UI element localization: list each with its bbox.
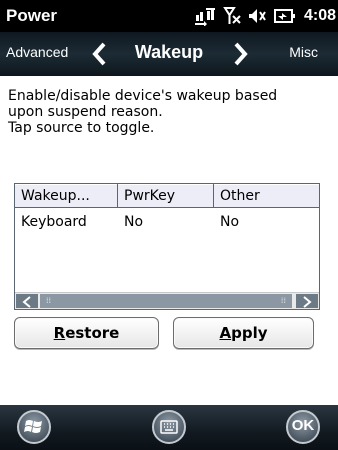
connectivity-icon[interactable] <box>194 6 216 26</box>
grip-icon: ⁞⁞ <box>46 296 52 305</box>
apply-button[interactable]: Apply <box>173 317 314 349</box>
tab-navigation-bar: Advanced Wakeup Misc <box>0 32 338 76</box>
description-text: Enable/disable device's wakeup based upo… <box>8 88 328 136</box>
keyboard-icon <box>160 420 178 434</box>
grip-icon: ⁞⁞ <box>280 296 286 305</box>
title-bar: Power 4:08 <box>0 0 338 32</box>
list-header: Wakeup... PwrKey Other <box>15 184 319 210</box>
clock[interactable]: 4:08 <box>304 7 336 25</box>
battery-charging-icon[interactable] <box>273 6 296 26</box>
column-header-wakeup[interactable]: Wakeup... <box>15 184 118 208</box>
column-header-other[interactable]: Other <box>214 184 319 208</box>
volume-off-icon[interactable] <box>248 6 268 26</box>
status-icons: 4:08 <box>194 4 336 28</box>
restore-button[interactable]: Restore <box>14 317 159 349</box>
restore-mnemonic: R <box>53 324 66 342</box>
scroll-thumb[interactable]: ⁞⁞ ⁞⁞ <box>40 294 292 308</box>
chevron-left-icon <box>22 296 31 308</box>
cell-source[interactable]: Keyboard <box>15 212 118 232</box>
start-button[interactable] <box>17 410 51 444</box>
bottom-bar: OK <box>0 405 338 450</box>
horizontal-scrollbar[interactable]: ⁞⁞ ⁞⁞ <box>15 292 319 309</box>
apply-mnemonic: A <box>219 324 232 342</box>
windows-logo-icon <box>24 420 42 433</box>
keyboard-button[interactable] <box>152 410 186 444</box>
ok-button[interactable]: OK <box>286 410 320 444</box>
description-line: upon suspend reason. <box>8 104 163 120</box>
restore-label: estore <box>65 324 120 342</box>
scroll-left-button[interactable] <box>16 294 38 308</box>
no-signal-icon[interactable] <box>222 6 242 26</box>
wakeup-list-view[interactable]: Wakeup... PwrKey Other Keyboard No No ⁞⁞… <box>14 183 320 310</box>
scroll-right-button[interactable] <box>296 294 318 308</box>
page-title: Wakeup <box>134 42 204 62</box>
ok-label: OK <box>291 417 315 434</box>
description-line: Enable/disable device's wakeup based <box>8 88 278 104</box>
app-title: Power <box>6 6 58 25</box>
description-line: Tap source to toggle. <box>8 120 155 136</box>
chevron-right-icon <box>303 296 312 308</box>
tab-next-misc[interactable]: Misc <box>289 44 318 60</box>
chevron-right-icon[interactable] <box>232 42 248 70</box>
cell-other[interactable]: No <box>214 212 319 232</box>
table-row[interactable]: Keyboard No No <box>15 212 319 232</box>
apply-label: pply <box>231 324 268 342</box>
column-header-pwrkey[interactable]: PwrKey <box>118 184 214 208</box>
cell-pwrkey[interactable]: No <box>118 212 214 232</box>
